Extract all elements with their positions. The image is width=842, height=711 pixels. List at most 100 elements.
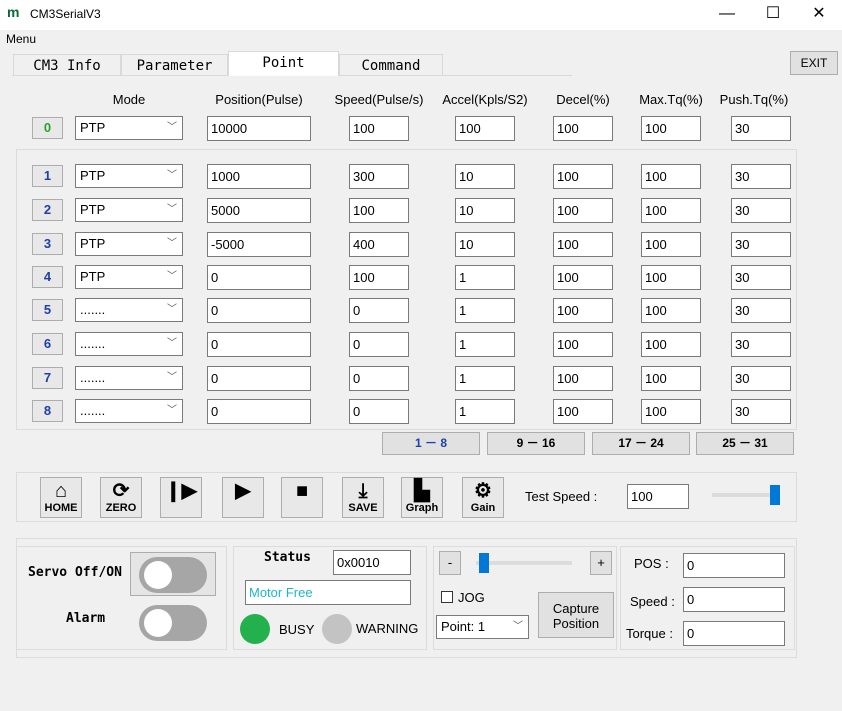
menu-item[interactable]: Menu <box>6 32 36 46</box>
speed-input[interactable]: 0 <box>349 366 409 391</box>
speed-input[interactable]: 0 <box>349 332 409 357</box>
page-17-24-button[interactable]: 17 － 24 <box>592 432 690 455</box>
mode-select[interactable]: ....... ﹀ <box>75 298 183 322</box>
push-tq-input[interactable]: 30 <box>731 298 791 323</box>
home-button[interactable]: ⌂ HOME <box>40 477 82 518</box>
step-button[interactable]: ❙▶ <box>160 477 202 518</box>
graph-button[interactable]: ▙ Graph <box>401 477 443 518</box>
point-number-button[interactable]: 0 <box>32 117 63 139</box>
jog-checkbox[interactable] <box>441 591 453 603</box>
decel-input[interactable]: 100 <box>553 366 613 391</box>
accel-input[interactable]: 1 <box>455 332 515 357</box>
accel-input[interactable]: 10 <box>455 232 515 257</box>
decel-input[interactable]: 100 <box>553 164 613 189</box>
point-number-button[interactable]: 6 <box>32 333 63 355</box>
mode-select[interactable]: PTP ﹀ <box>75 164 183 188</box>
tab-cm3-info[interactable]: CM3 Info <box>13 54 121 76</box>
point-number-button[interactable]: 2 <box>32 199 63 221</box>
push-tq-input[interactable]: 30 <box>731 232 791 257</box>
decel-input[interactable]: 100 <box>553 332 613 357</box>
stop-button[interactable]: ■ <box>281 477 323 518</box>
speed-input[interactable]: 0 <box>349 298 409 323</box>
point-number-button[interactable]: 5 <box>32 299 63 321</box>
test-speed-input[interactable]: 100 <box>627 484 689 509</box>
mode-select[interactable]: PTP ﹀ <box>75 265 183 289</box>
point-number-button[interactable]: 3 <box>32 233 63 255</box>
accel-input[interactable]: 1 <box>455 265 515 290</box>
max-tq-input[interactable]: 100 <box>641 298 701 323</box>
test-speed-slider-thumb[interactable] <box>770 485 780 505</box>
max-tq-input[interactable]: 100 <box>641 265 701 290</box>
max-tq-input[interactable]: 100 <box>641 366 701 391</box>
save-button[interactable]: ⤓ SAVE <box>342 477 384 518</box>
push-tq-input[interactable]: 30 <box>731 399 791 424</box>
minimize-button[interactable]: — <box>704 0 750 30</box>
accel-input[interactable]: 10 <box>455 198 515 223</box>
push-tq-input[interactable]: 30 <box>731 164 791 189</box>
point-number-button[interactable]: 4 <box>32 266 63 288</box>
mode-select[interactable]: ....... ﹀ <box>75 366 183 390</box>
mode-select[interactable]: ....... ﹀ <box>75 332 183 356</box>
accel-input[interactable]: 1 <box>455 298 515 323</box>
exit-button[interactable]: EXIT <box>790 51 838 75</box>
speed-input[interactable]: 0 <box>349 399 409 424</box>
page-9-16-button[interactable]: 9 － 16 <box>487 432 585 455</box>
mode-select[interactable]: PTP ﹀ <box>75 198 183 222</box>
decel-input[interactable]: 100 <box>553 232 613 257</box>
push-tq-input[interactable]: 30 <box>731 366 791 391</box>
mode-select[interactable]: ....... ﹀ <box>75 399 183 423</box>
position-input[interactable]: 0 <box>207 399 311 424</box>
servo-toggle[interactable] <box>139 557 207 593</box>
position-input[interactable]: 10000 <box>207 116 311 141</box>
jog-plus-button[interactable]: + <box>590 551 612 575</box>
alarm-toggle[interactable] <box>139 605 207 641</box>
decel-input[interactable]: 100 <box>553 298 613 323</box>
jog-minus-button[interactable]: - <box>439 551 461 575</box>
point-select[interactable]: Point: 1 ﹀ <box>436 615 529 639</box>
push-tq-input[interactable]: 30 <box>731 198 791 223</box>
tab-point[interactable]: Point <box>228 51 339 76</box>
position-input[interactable]: 0 <box>207 366 311 391</box>
max-tq-input[interactable]: 100 <box>641 232 701 257</box>
max-tq-input[interactable]: 100 <box>641 198 701 223</box>
page-25-31-button[interactable]: 25 － 31 <box>696 432 794 455</box>
max-tq-input[interactable]: 100 <box>641 116 701 141</box>
decel-input[interactable]: 100 <box>553 116 613 141</box>
push-tq-input[interactable]: 30 <box>731 116 791 141</box>
mode-select[interactable]: PTP ﹀ <box>75 116 183 140</box>
position-input[interactable]: 0 <box>207 332 311 357</box>
mode-select[interactable]: PTP ﹀ <box>75 232 183 256</box>
position-input[interactable]: 0 <box>207 298 311 323</box>
position-input[interactable]: -5000 <box>207 232 311 257</box>
decel-input[interactable]: 100 <box>553 265 613 290</box>
speed-input[interactable]: 400 <box>349 232 409 257</box>
max-tq-input[interactable]: 100 <box>641 399 701 424</box>
decel-input[interactable]: 100 <box>553 198 613 223</box>
position-input[interactable]: 1000 <box>207 164 311 189</box>
play-button[interactable]: ▶ <box>222 477 264 518</box>
tab-command[interactable]: Command <box>339 54 443 76</box>
zero-button[interactable]: ⟳ ZERO <box>100 477 142 518</box>
point-number-button[interactable]: 1 <box>32 165 63 187</box>
jog-slider-thumb[interactable] <box>479 553 489 573</box>
gain-button[interactable]: ⚙ Gain <box>462 477 504 518</box>
position-input[interactable]: 0 <box>207 265 311 290</box>
accel-input[interactable]: 1 <box>455 366 515 391</box>
jog-slider[interactable] <box>476 561 572 565</box>
page-1-8-button[interactable]: 1 － 8 <box>382 432 480 455</box>
capture-position-button[interactable]: Capture Position <box>538 592 614 638</box>
speed-input[interactable]: 100 <box>349 265 409 290</box>
push-tq-input[interactable]: 30 <box>731 265 791 290</box>
speed-input[interactable]: 100 <box>349 116 409 141</box>
max-tq-input[interactable]: 100 <box>641 332 701 357</box>
push-tq-input[interactable]: 30 <box>731 332 791 357</box>
decel-input[interactable]: 100 <box>553 399 613 424</box>
close-button[interactable]: ✕ <box>796 0 842 30</box>
accel-input[interactable]: 1 <box>455 399 515 424</box>
point-number-button[interactable]: 8 <box>32 400 63 422</box>
speed-input[interactable]: 300 <box>349 164 409 189</box>
max-tq-input[interactable]: 100 <box>641 164 701 189</box>
speed-input[interactable]: 100 <box>349 198 409 223</box>
point-number-button[interactable]: 7 <box>32 367 63 389</box>
accel-input[interactable]: 100 <box>455 116 515 141</box>
